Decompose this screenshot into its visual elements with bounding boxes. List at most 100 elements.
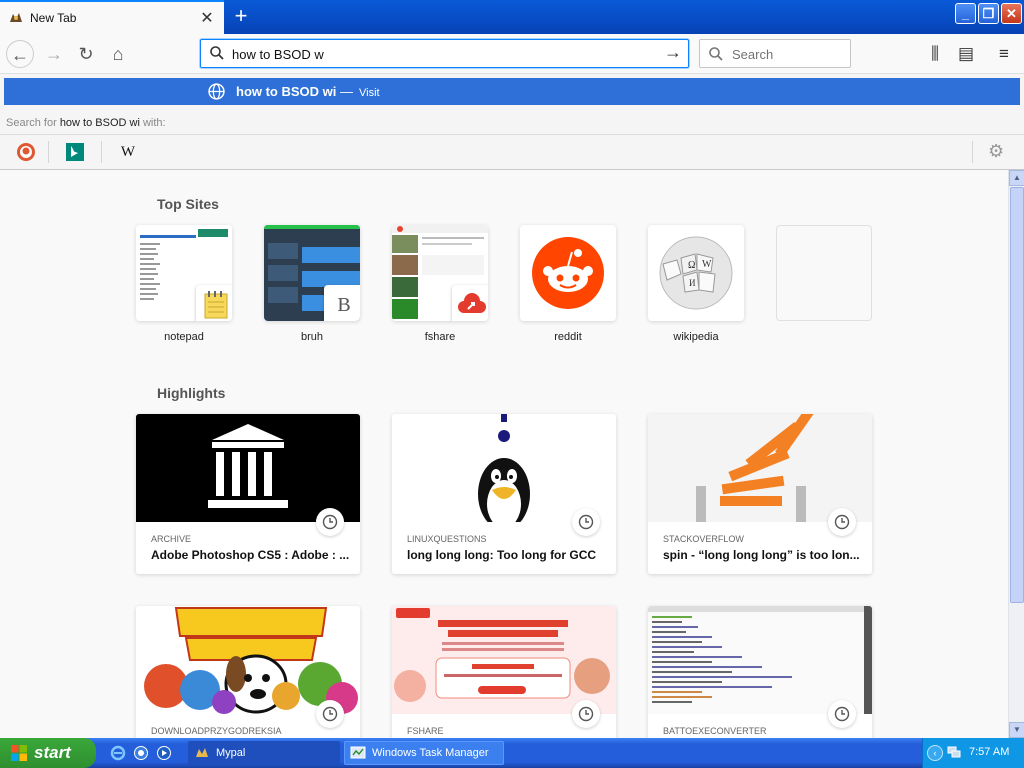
top-site-label: wikipedia [673,331,719,343]
bing-icon[interactable] [64,141,86,163]
letter-badge: B [337,293,351,316]
url-input[interactable] [232,43,652,65]
top-site-label: bruh [300,331,324,343]
clock-icon [316,700,344,728]
url-bar[interactable]: → [200,39,689,68]
top-site-wikipedia[interactable]: Ω W И wikipedia [648,225,744,343]
scroll-down-button[interactable]: ▼ [1009,722,1024,738]
tab-strip: New Tab ✕ + _ ❐ ✕ [0,0,1024,34]
svg-text:И: И [689,278,696,288]
scroll-up-button[interactable]: ▲ [1009,170,1024,186]
stackoverflow-logo-icon [696,414,819,522]
card-source: LINUXQUESTIONS [407,534,487,544]
internet-explorer-icon[interactable] [110,745,126,761]
suggestion-dash: — [340,84,353,99]
new-tab-content: Top Sites notepad B bruh fshare reddit Ω… [0,170,1008,766]
card-title: spin - “long long long” is too lon... [663,548,860,562]
top-site-label: notepad [164,331,204,343]
top-site-thumbnail [392,225,488,321]
card-title: long long long: Too long for GCC [407,548,597,562]
start-label: start [34,743,71,762]
card-source: DOWNLOADPRZYGODREKSIA [151,726,282,736]
start-button[interactable]: start [0,738,96,768]
highlight-card-archive[interactable]: ARCHIVE Adobe Photoshop CS5 : Adobe : ..… [136,414,360,574]
suggestion-row[interactable]: how to BSOD wi — Visit [4,78,1020,105]
duckduckgo-icon[interactable] [15,141,37,163]
svg-text:W: W [702,259,712,270]
top-site-thumbnail [136,225,232,321]
fshare-promo-banner [392,606,616,714]
suggestion-text: how to BSOD wi [236,84,337,99]
taskbar-item-label: Mypal [216,747,246,759]
tray-expand-icon[interactable]: ‹ [927,745,943,761]
code-editor-screenshot [648,606,872,714]
forward-button[interactable]: → [40,40,68,68]
network-icon[interactable] [947,745,961,759]
page-scrollbar[interactable]: ▲ ▼ [1008,170,1024,738]
search-placeholder: Search [732,47,774,62]
top-site-thumbnail: B [264,225,360,321]
url-autocomplete-popup: how to BSOD wi — Visit Search for how to… [0,74,1024,170]
search-for-suffix: with: [142,117,166,129]
highlight-card-linuxquestions[interactable]: LINUXQUESTIONS long long long: Too long … [392,414,616,574]
highlights-title: Highlights [157,385,226,401]
maximize-button[interactable]: ❐ [978,3,999,24]
taskbar-item-mypal[interactable]: Mypal [188,741,340,765]
top-site-fshare[interactable]: fshare [392,225,488,343]
tux-penguin-icon [478,414,530,522]
reload-button[interactable]: ↻ [72,40,100,68]
top-site-bruh[interactable]: B bruh [264,225,360,343]
card-thumbnail [648,414,872,522]
mypal-app-icon [196,748,208,757]
search-bar[interactable]: Search [699,39,851,68]
card-thumbnail [392,606,616,714]
reksio-cartoon-image [136,606,360,714]
top-site-label: fshare [424,331,456,343]
clock-icon [828,700,856,728]
menu-button[interactable]: ≡ [990,40,1018,68]
archive-logo-icon [208,424,288,508]
site-badge [452,285,488,321]
site-badge [196,285,232,321]
top-site-label: reddit [554,331,582,343]
wikipedia-globe-icon: Ω W И [659,236,733,310]
fshare-cloud-icon [458,293,486,313]
suggestion-action: Visit [359,87,380,99]
windows-taskbar: start Mypal Windows Task Manager ‹ 7:57 … [0,738,1024,768]
engine-separator [972,141,973,163]
search-for-query: how to BSOD wi [59,117,140,129]
highlight-card-stackoverflow[interactable]: STACKOVERFLOW spin - “long long long” is… [648,414,872,574]
system-tray: ‹ 7:57 AM [922,738,1024,768]
minimize-button[interactable]: _ [955,3,976,24]
close-tab-icon[interactable]: ✕ [198,8,216,28]
taskbar-item-task-manager[interactable]: Windows Task Manager [344,741,504,765]
sidebar-button[interactable]: ▤ [952,40,980,68]
top-site-reddit[interactable]: reddit [520,225,616,343]
card-source: ARCHIVE [151,534,192,544]
engine-separator [48,141,49,163]
search-settings-icon[interactable]: ⚙ [988,141,1004,162]
top-site-notepad[interactable]: notepad [136,225,232,343]
library-button[interactable]: ⫼ [921,40,949,68]
home-button[interactable]: ⌂ [104,40,132,68]
globe-icon [208,83,225,100]
tab-new-tab[interactable]: New Tab ✕ [0,0,224,34]
scroll-thumb[interactable] [1010,187,1024,603]
top-site-thumbnail [520,225,616,321]
browser-window: New Tab ✕ + _ ❐ ✕ ← → ↻ ⌂ → Search ⫼ [0,0,1024,768]
svg-text:Ω: Ω [688,260,695,271]
tab-title: New Tab [30,11,77,25]
media-player-icon[interactable] [156,745,172,761]
search-for-label: Search for how to BSOD wi with: [6,117,166,129]
top-site-empty-slot[interactable] [776,225,872,321]
go-arrow-icon[interactable]: → [664,42,682,63]
taskbar-clock: 7:57 AM [969,746,1010,758]
show-desktop-icon[interactable] [133,745,149,761]
wikipedia-icon[interactable]: W [117,141,139,163]
back-button[interactable]: ← [6,40,34,68]
new-tab-button[interactable]: + [228,4,254,30]
close-window-button[interactable]: ✕ [1001,3,1022,24]
top-sites-title: Top Sites [157,196,219,212]
search-icon [210,46,224,60]
one-off-search-engines: W ⚙ [0,134,1024,168]
